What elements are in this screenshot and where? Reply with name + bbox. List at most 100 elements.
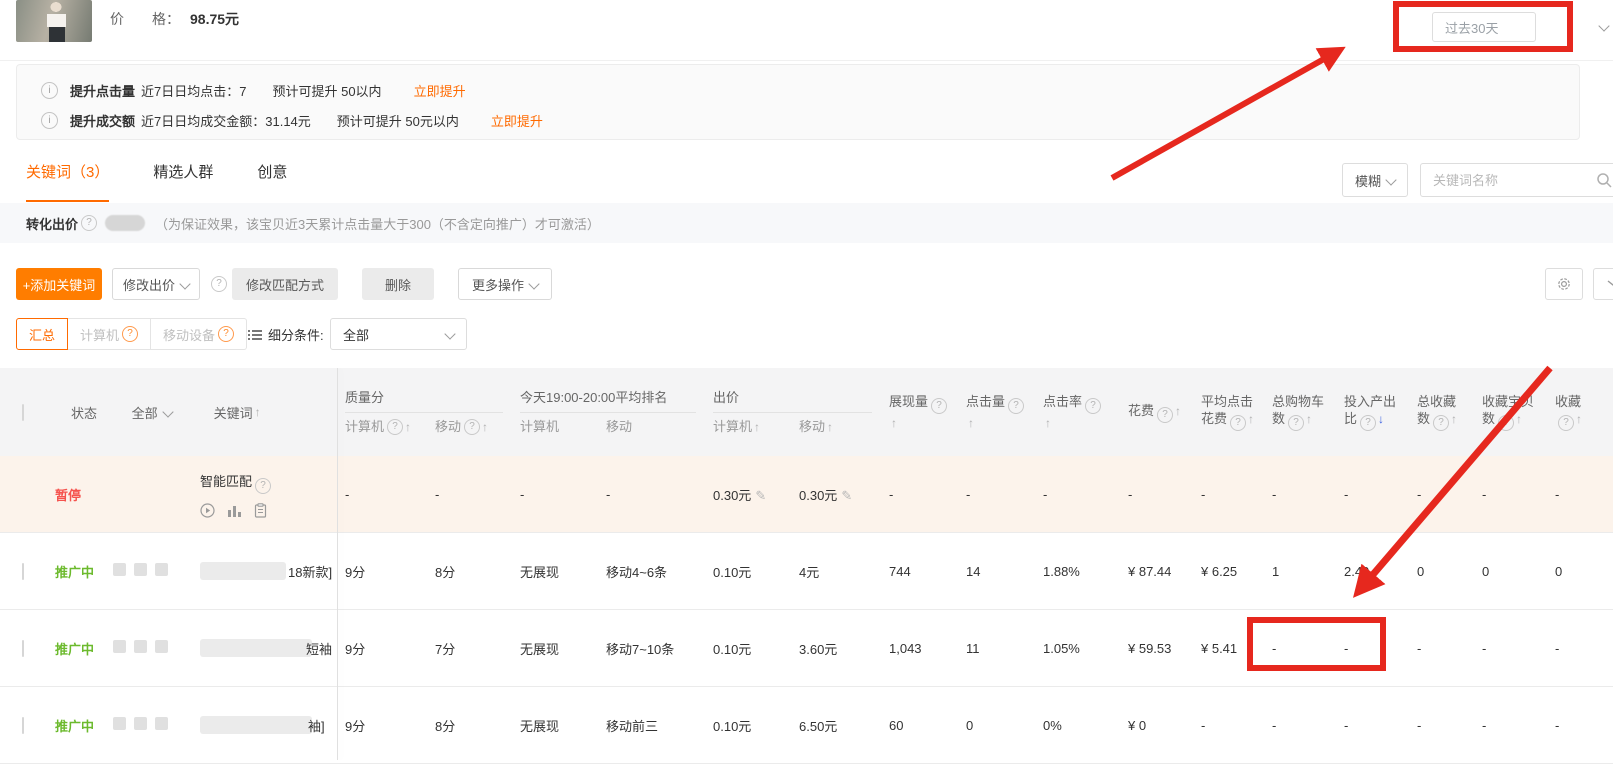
censored-keyword: [200, 562, 286, 580]
help-icon: ?: [1498, 415, 1514, 431]
sort-up-icon: ↑: [1451, 412, 1457, 426]
row-checkbox[interactable]: [22, 563, 24, 580]
column-header-cost[interactable]: 花费?↑: [1121, 368, 1194, 456]
expand-tools-button[interactable]: [1593, 268, 1613, 300]
bar-chart-icon[interactable]: [227, 504, 242, 517]
tab-keywords[interactable]: 关键词（3）: [26, 161, 109, 202]
price-row: 价格：98.75元: [110, 9, 239, 29]
tab-bar: 关键词（3） 精选人群 创意 模糊: [0, 155, 1613, 203]
help-icon[interactable]: ?: [81, 215, 97, 231]
boost-now-link[interactable]: 立即提升: [414, 81, 466, 100]
column-header-rank-mobile[interactable]: 移动: [599, 417, 706, 437]
cell-bid-pc: 0.30元✎: [706, 485, 792, 504]
filter-condition-select[interactable]: 全部: [330, 318, 467, 350]
cell-carts: -: [1265, 487, 1337, 502]
diagonal-line-icon: [1606, 277, 1613, 291]
table-row-keyword: 推广中 袖] 9分 8分 无展现 移动前三 0.10元 6.50元 60 0 0…: [0, 686, 1613, 764]
column-header-impressions[interactable]: 展现量?↑: [882, 368, 959, 456]
search-icon[interactable]: [1596, 172, 1612, 188]
cell-favorites: 0: [1410, 564, 1475, 579]
list-icon: [248, 329, 262, 341]
settings-button[interactable]: [1545, 268, 1583, 300]
column-header-roi[interactable]: 投入产出比?↓: [1337, 368, 1410, 456]
chevron-down-icon: [1385, 174, 1396, 185]
date-range-select[interactable]: 过去30天: [1432, 12, 1536, 42]
product-thumbnail[interactable]: [16, 0, 92, 42]
help-icon: ?: [1230, 415, 1246, 431]
select-all-checkbox[interactable]: [22, 404, 24, 421]
help-icon[interactable]: ?: [211, 276, 227, 292]
cell-roi: -: [1337, 487, 1410, 502]
boost-now-link[interactable]: 立即提升: [491, 111, 543, 130]
delete-button[interactable]: 删除: [362, 268, 434, 300]
sort-up-icon: ↑: [1516, 412, 1522, 426]
column-header-avg-click-cost[interactable]: 平均点击花费?↑: [1194, 368, 1265, 456]
column-header-qs-mobile[interactable]: 移动?↑: [428, 417, 513, 437]
column-header-keyword[interactable]: 关键词↑: [208, 403, 338, 422]
chevron-down-icon[interactable]: [1598, 20, 1609, 31]
cell-impressions: -: [882, 487, 959, 502]
conversion-bid-bar: 转化出价 ? （为保证效果，该宝贝近3天累计点击量大于300（不含定向推广）才可…: [0, 203, 1613, 243]
status-badge: 推广中: [44, 639, 106, 658]
column-header-favorite-items[interactable]: 收藏宝贝数?↑: [1475, 368, 1548, 456]
column-header-clipped[interactable]: 收藏?↑: [1548, 368, 1613, 456]
help-icon[interactable]: ?: [255, 478, 271, 494]
cell-carts: 1: [1265, 564, 1337, 579]
column-header-ctr[interactable]: 点击率?↑: [1036, 368, 1121, 456]
conversion-bid-toggle[interactable]: [105, 215, 145, 231]
row-checkbox[interactable]: [22, 717, 24, 734]
column-header-clicks[interactable]: 点击量?↑: [959, 368, 1036, 456]
add-keyword-button[interactable]: +添加关键词: [16, 268, 102, 300]
edit-pencil-icon[interactable]: ✎: [841, 488, 852, 503]
segment-mobile[interactable]: 移动设备?: [151, 318, 247, 350]
column-header-bid-pc[interactable]: 计算机↑: [706, 417, 792, 437]
censored-keyword: [200, 639, 312, 657]
tab-audience[interactable]: 精选人群: [153, 161, 213, 202]
segment-total[interactable]: 汇总: [16, 318, 68, 350]
keyword-search-input[interactable]: [1420, 163, 1613, 197]
info-icon: i: [41, 82, 58, 99]
edit-pencil-icon[interactable]: ✎: [755, 488, 766, 503]
match-mode-select[interactable]: 模糊: [1342, 163, 1408, 197]
sort-up-icon: ↑: [968, 416, 974, 430]
column-header-rank-pc[interactable]: 计算机: [513, 417, 599, 437]
play-icon[interactable]: [200, 503, 215, 518]
status-filter-dropdown[interactable]: 全部: [125, 403, 208, 422]
table-row-smart-match: 暂停 智能匹配? - - - - 0.30元✎ 0.30元✎ - - -: [0, 456, 1613, 532]
divider: [0, 60, 1613, 61]
cell-clipped: -: [1548, 641, 1613, 656]
cell-cost: ¥ 87.44: [1121, 564, 1194, 579]
segment-pc[interactable]: 计算机?: [68, 318, 151, 350]
cell-bid-mobile: 3.60元: [792, 639, 882, 658]
row-checkbox[interactable]: [22, 640, 24, 657]
column-header-carts[interactable]: 总购物车数?↑: [1265, 368, 1337, 456]
edit-match-type-button[interactable]: 修改匹配方式: [232, 268, 338, 300]
cell-cost: -: [1121, 487, 1194, 502]
sort-up-icon: ↑: [405, 417, 411, 437]
keyword-label: 袖]: [308, 716, 325, 735]
cell-clipped: -: [1548, 487, 1613, 502]
cell-favorites: -: [1410, 641, 1475, 656]
column-header-favorites[interactable]: 总收藏数?↑: [1410, 368, 1475, 456]
help-icon: ?: [1360, 415, 1376, 431]
sort-up-icon: ↑: [1045, 416, 1051, 430]
table-row-keyword: 推广中 18新款] 9分 8分 无展现 移动4~6条 0.10元 4元 744 …: [0, 532, 1613, 609]
cell-qs-pc: -: [338, 487, 428, 502]
column-header-qs-pc[interactable]: 计算机?↑: [338, 417, 428, 437]
conversion-bid-note: （为保证效果，该宝贝近3天累计点击量大于300（不含定向推广）才可激活）: [155, 214, 600, 233]
sort-up-icon: ↑: [1175, 404, 1181, 418]
table-header: 状态 全部 关键词↑ 质量分 计算机?↑ 移动?↑: [0, 368, 1613, 456]
sort-up-icon: ↑: [1248, 412, 1254, 426]
chevron-down-icon: [444, 328, 455, 339]
column-header-bid-mobile[interactable]: 移动↑: [792, 417, 882, 437]
chevron-down-icon: [179, 278, 190, 289]
chevron-down-icon: [528, 278, 539, 289]
cell-avg-click-cost: -: [1194, 718, 1265, 733]
more-actions-button[interactable]: 更多操作: [458, 268, 552, 300]
clipboard-icon[interactable]: [254, 503, 267, 518]
tab-creative[interactable]: 创意: [257, 161, 287, 202]
notice-row-clicks: i 提升点击量 近7日日均点击：7 预计可提升 50以内 立即提升: [41, 78, 1555, 103]
edit-bid-button[interactable]: 修改出价: [112, 268, 200, 300]
cell-impressions: 744: [882, 564, 959, 579]
cell-qs-mobile: 8分: [428, 562, 513, 581]
